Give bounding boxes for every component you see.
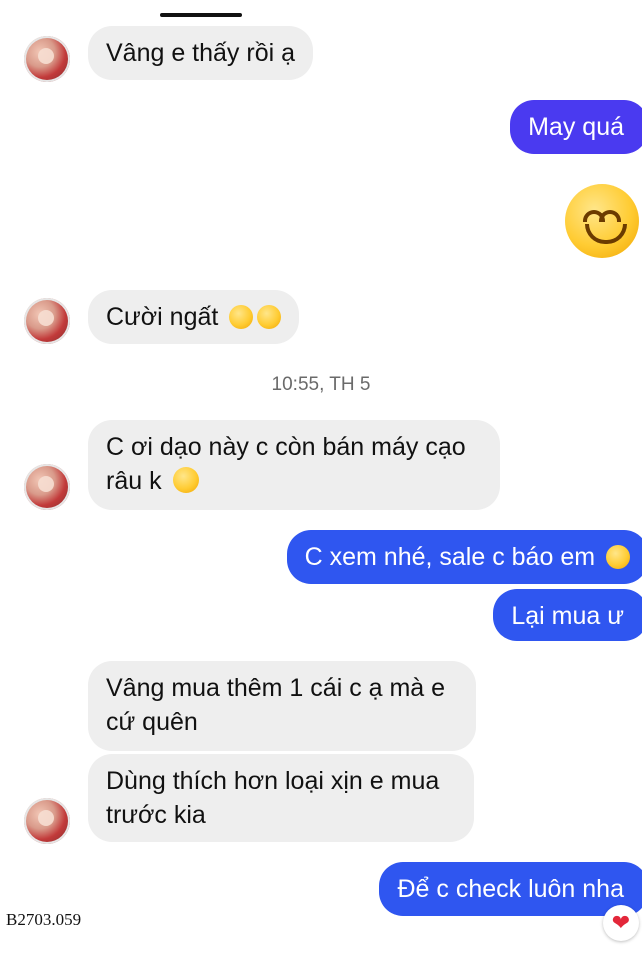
incoming-message[interactable]: Cười ngất (88, 290, 300, 344)
watermark-label: B2703.059 (6, 910, 82, 929)
message-text: Cười ngất (106, 303, 219, 331)
avatar[interactable] (24, 298, 70, 344)
outgoing-message[interactable]: Lại mua ư (493, 589, 642, 641)
timestamp: 10:55, TH 5 (271, 374, 371, 395)
outgoing-message[interactable]: Để c check luôn nha (379, 862, 642, 916)
top-indicator-bar (160, 13, 242, 17)
message-text-line: Vâng mua thêm 1 cái c ạ mà e (106, 674, 446, 702)
incoming-message[interactable]: Dùng thích hơn loại xịn e mua trước kia (88, 754, 474, 842)
message-text-line: râu k (106, 464, 482, 498)
avatar[interactable] (24, 36, 70, 82)
incoming-message[interactable]: C ơi dạo này c còn bán máy cạo râu k (88, 420, 500, 510)
message-text-line: cứ quên (106, 708, 198, 736)
message-text-line: Dùng thích hơn loại xịn e mua (106, 767, 440, 795)
message-text-line: trước kia (106, 801, 206, 829)
message-text: râu k (106, 467, 162, 495)
message-text-line: C ơi dạo này c còn bán máy cạo (106, 433, 466, 461)
avatar[interactable] (24, 798, 70, 844)
incoming-message[interactable]: Vâng e thấy rồi ạ (88, 26, 314, 80)
laughing-face-icon (229, 305, 254, 329)
outgoing-message[interactable]: C xem nhé, sale c báo em (286, 530, 642, 584)
avatar[interactable] (24, 464, 70, 510)
incoming-message[interactable]: Vâng mua thêm 1 cái c ạ mà e cứ quên (88, 661, 476, 751)
message-text: Vâng e thấy rồi ạ (106, 39, 296, 67)
message-text: C xem nhé, sale c báo em (304, 543, 596, 571)
smiling-face-icon[interactable] (565, 184, 639, 258)
sweat-smile-icon (172, 467, 199, 493)
smiling-face-icon (606, 545, 630, 569)
message-text: Lại mua ư (511, 602, 624, 630)
message-text: May quá (528, 113, 624, 141)
message-text: Để c check luôn nha (397, 875, 624, 903)
laughing-face-icon (257, 305, 282, 329)
outgoing-message[interactable]: May quá (510, 100, 642, 154)
heart-icon[interactable]: ❤ (603, 905, 639, 941)
